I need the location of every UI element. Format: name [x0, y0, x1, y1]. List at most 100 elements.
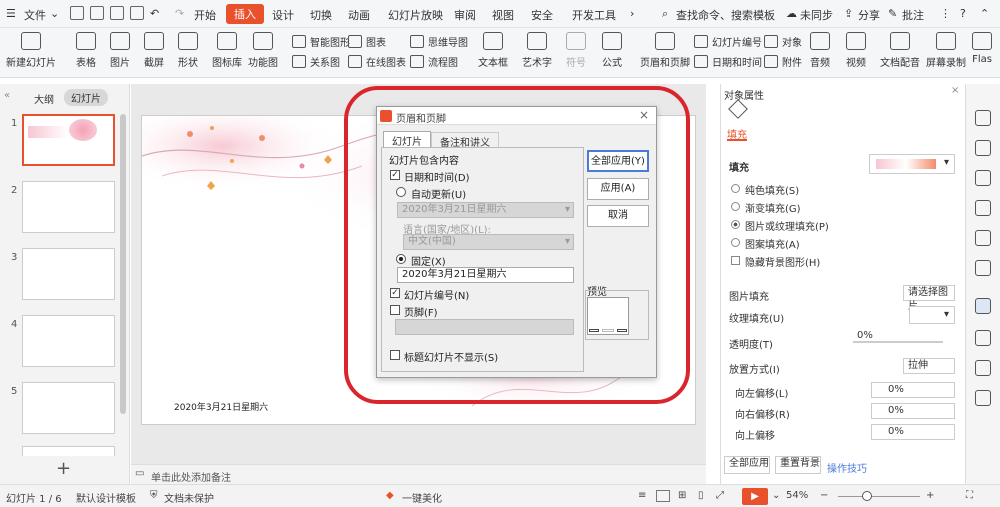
properties-icon[interactable]: [975, 298, 991, 314]
fill-bucket-icon[interactable]: [728, 99, 748, 119]
chart-button[interactable]: 图表: [348, 34, 386, 49]
fill-preview-select[interactable]: ▾: [869, 154, 955, 174]
offset-right-input[interactable]: 0%: [871, 403, 955, 419]
select-icon[interactable]: [975, 110, 991, 126]
audio-button[interactable]: 音频: [810, 32, 830, 69]
textbox-button[interactable]: 文本框: [478, 32, 508, 69]
share-button[interactable]: 分享: [858, 7, 880, 23]
cloud-sync-icon[interactable]: ☁: [786, 7, 797, 20]
tips-link[interactable]: 操作技巧: [827, 460, 867, 475]
style-icon[interactable]: [975, 140, 991, 156]
tab-home[interactable]: 开始: [194, 7, 216, 23]
smart-art-button[interactable]: 智能图形: [292, 34, 350, 49]
chevron-right-icon[interactable]: ›: [630, 7, 634, 20]
zoom-slider-handle[interactable]: [862, 491, 872, 501]
attachment-button[interactable]: 附件: [764, 54, 802, 69]
more-icon[interactable]: ⋮: [940, 7, 951, 20]
save-icon[interactable]: [70, 6, 84, 20]
fit-window-icon[interactable]: ⛶: [966, 490, 973, 501]
search-icon[interactable]: ⌕: [662, 7, 668, 21]
collapse-icon[interactable]: «: [4, 90, 10, 101]
chart-icon[interactable]: [975, 260, 991, 276]
comment-icon[interactable]: ✎: [888, 7, 897, 20]
placement-select[interactable]: 拉伸: [903, 358, 955, 374]
play-slideshow-icon[interactable]: ▶: [742, 488, 768, 505]
animation-icon[interactable]: [975, 330, 991, 346]
beautify-button[interactable]: 一键美化: [402, 490, 442, 505]
sync-status[interactable]: 未同步: [800, 7, 833, 23]
slide-thumbnail[interactable]: [22, 315, 115, 367]
apply-all-bg-button[interactable]: 全部应用: [724, 456, 770, 474]
chevron-down-icon[interactable]: ⌄: [50, 7, 59, 20]
picture-fill-radio[interactable]: [731, 220, 740, 229]
scrollbar[interactable]: [120, 114, 126, 414]
print-icon[interactable]: [110, 6, 124, 20]
pic-fill-select[interactable]: 请选择图片: [903, 285, 955, 312]
chevron-up-icon[interactable]: ⌃: [980, 7, 989, 20]
export-pdf-icon[interactable]: [90, 6, 104, 20]
header-footer-button[interactable]: 页眉和页脚: [640, 32, 690, 69]
slide-number-button[interactable]: 幻灯片编号: [694, 34, 762, 49]
section-fill[interactable]: 填充: [729, 159, 749, 174]
offset-left-input[interactable]: 0%: [871, 382, 955, 398]
zoom-in-icon[interactable]: +: [926, 490, 934, 501]
slide-thumbnail[interactable]: [22, 181, 115, 233]
video-button[interactable]: 视频: [846, 32, 866, 69]
transparency-slider[interactable]: [853, 341, 943, 343]
solid-fill-radio[interactable]: [731, 184, 740, 193]
hide-bg-checkbox[interactable]: [731, 256, 740, 265]
hamburger-icon[interactable]: ☰: [6, 7, 16, 20]
wordart-button[interactable]: 艺术字: [522, 32, 552, 69]
slide-thumbnail[interactable]: [22, 248, 115, 300]
search-command[interactable]: 查找命令、搜索模板: [676, 7, 775, 23]
zoom-out-icon[interactable]: −: [820, 490, 828, 501]
tab-slides[interactable]: 幻灯片: [64, 89, 108, 106]
zoom-level[interactable]: 54%: [786, 490, 808, 501]
formula-button[interactable]: 公式: [602, 32, 622, 69]
new-slide-button[interactable]: 新建幻灯片: [6, 32, 56, 69]
tab-outline[interactable]: 大纲: [34, 91, 54, 106]
comment-button[interactable]: 批注: [902, 7, 924, 23]
offset-up-input[interactable]: 0%: [871, 424, 955, 440]
relation-chart-button[interactable]: 关系图: [292, 54, 340, 69]
notes-toggle-icon[interactable]: ≡: [638, 490, 646, 501]
tab-transition[interactable]: 切换: [310, 7, 332, 23]
menu-file[interactable]: 文件: [24, 7, 46, 23]
reset-bg-button[interactable]: 重置背景: [775, 456, 821, 474]
add-slide-icon[interactable]: +: [56, 458, 71, 479]
close-icon[interactable]: ×: [951, 85, 959, 96]
symbol-button[interactable]: 符号: [566, 32, 586, 69]
undo-icon[interactable]: ↶: [150, 7, 159, 20]
share-icon[interactable]: ⇪: [844, 7, 853, 20]
table-button[interactable]: 表格: [76, 32, 96, 69]
gradient-fill-radio[interactable]: [731, 202, 740, 211]
function-chart-button[interactable]: 功能图: [248, 32, 278, 69]
slide-thumbnail[interactable]: [22, 382, 115, 434]
sorter-view-icon[interactable]: ⊞: [678, 490, 686, 501]
normal-view-icon[interactable]: [656, 490, 670, 502]
icon-library-button[interactable]: 图标库: [212, 32, 242, 69]
chevron-down-icon[interactable]: ⌄: [772, 490, 780, 501]
tab-slideshow[interactable]: 幻灯片放映: [388, 7, 443, 23]
protect-status[interactable]: 文档未保护: [164, 490, 214, 505]
doc-voice-button[interactable]: 文档配音: [880, 32, 920, 69]
notes-placeholder[interactable]: 单击此处添加备注: [151, 469, 231, 484]
template-name[interactable]: 默认设计模板: [76, 490, 136, 505]
slide-date-text[interactable]: 2020年3月21日星期六: [174, 400, 268, 413]
mindmap-button[interactable]: 思维导图: [410, 34, 468, 49]
preview-icon[interactable]: [130, 6, 144, 20]
question-icon[interactable]: ?: [960, 7, 966, 20]
settings-icon[interactable]: [975, 390, 991, 406]
tab-view[interactable]: 视图: [492, 7, 514, 23]
transition-icon[interactable]: [975, 360, 991, 376]
screen-record-button[interactable]: 屏幕录制: [926, 32, 966, 69]
tab-design[interactable]: 设计: [272, 7, 294, 23]
tab-security[interactable]: 安全: [531, 7, 553, 23]
tab-review[interactable]: 审阅: [454, 7, 476, 23]
tab-insert[interactable]: 插入: [226, 4, 264, 24]
redo-icon[interactable]: ↷: [175, 7, 184, 20]
date-time-button[interactable]: 日期和时间: [694, 54, 762, 69]
reading-view-icon[interactable]: ▯: [698, 490, 704, 501]
object-button[interactable]: 对象: [764, 34, 802, 49]
flash-button[interactable]: Flas: [972, 32, 992, 65]
